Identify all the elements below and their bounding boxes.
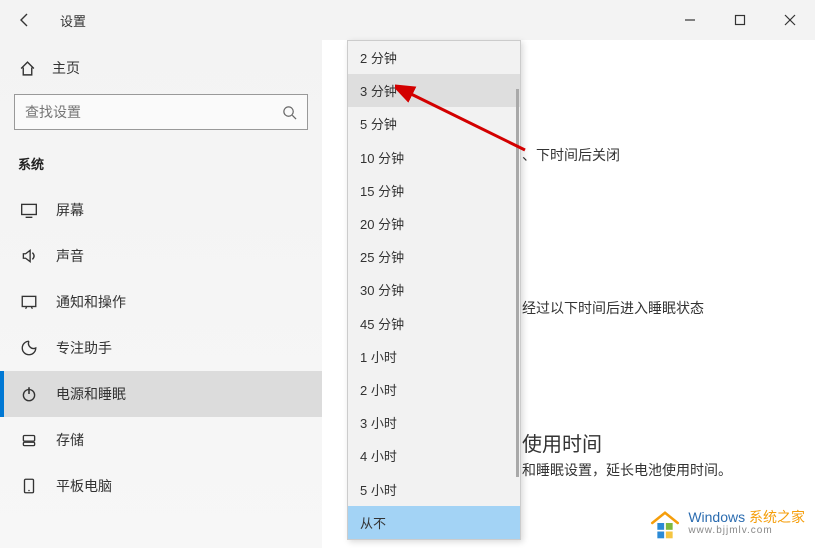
content-heading: 使用时间 bbox=[522, 428, 602, 457]
search-input[interactable] bbox=[15, 104, 271, 120]
display-icon bbox=[18, 201, 40, 219]
content-text-2: 经过以下时间后进入睡眠状态 bbox=[522, 298, 704, 318]
focus-assist-icon bbox=[18, 339, 40, 357]
nav-item-label: 声音 bbox=[56, 246, 84, 266]
dropdown-option-11[interactable]: 3 小时 bbox=[348, 406, 520, 439]
nav-item-label: 专注助手 bbox=[56, 338, 112, 358]
dropdown-option-4[interactable]: 15 分钟 bbox=[348, 174, 520, 207]
notifications-icon bbox=[18, 293, 40, 311]
dropdown-option-7[interactable]: 30 分钟 bbox=[348, 273, 520, 306]
dropdown-option-1[interactable]: 3 分钟 bbox=[348, 74, 520, 107]
sound-icon bbox=[18, 247, 40, 265]
nav-item-3[interactable]: 专注助手 bbox=[0, 325, 322, 371]
dropdown-option-12[interactable]: 4 小时 bbox=[348, 439, 520, 472]
watermark: Windows 系统之家 www.bjjmlv.com bbox=[648, 506, 805, 540]
home-icon bbox=[18, 60, 36, 77]
back-button[interactable] bbox=[0, 0, 50, 40]
home-label: 主页 bbox=[52, 58, 80, 78]
nav-item-4[interactable]: 电源和睡眠 bbox=[0, 371, 322, 417]
dropdown-scrollbar[interactable] bbox=[516, 89, 519, 477]
home-link[interactable]: 主页 bbox=[0, 50, 322, 86]
nav-item-1[interactable]: 声音 bbox=[0, 233, 322, 279]
nav-item-label: 平板电脑 bbox=[56, 476, 112, 496]
maximize-button[interactable] bbox=[715, 0, 765, 40]
dropdown-option-14[interactable]: 从不 bbox=[348, 506, 520, 539]
duration-dropdown[interactable]: 2 分钟3 分钟5 分钟10 分钟15 分钟20 分钟25 分钟30 分钟45 … bbox=[347, 40, 521, 540]
dropdown-option-10[interactable]: 2 小时 bbox=[348, 373, 520, 406]
section-label: 系统 bbox=[0, 148, 322, 187]
content-text-1: 、下时间后关闭 bbox=[522, 145, 620, 165]
dropdown-option-3[interactable]: 10 分钟 bbox=[348, 141, 520, 174]
window-controls bbox=[665, 0, 815, 40]
dropdown-option-13[interactable]: 5 小时 bbox=[348, 472, 520, 505]
watermark-brand: Windows 系统之家 bbox=[688, 510, 805, 525]
close-icon bbox=[784, 14, 796, 26]
watermark-logo-icon bbox=[648, 506, 682, 540]
nav-item-2[interactable]: 通知和操作 bbox=[0, 279, 322, 325]
storage-icon bbox=[18, 431, 40, 449]
watermark-url: www.bjjmlv.com bbox=[688, 525, 805, 536]
content-text-3: 和睡眠设置，延长电池使用时间。 bbox=[522, 460, 732, 480]
maximize-icon bbox=[734, 14, 746, 26]
dropdown-option-2[interactable]: 5 分钟 bbox=[348, 107, 520, 140]
nav-item-0[interactable]: 屏幕 bbox=[0, 187, 322, 233]
back-arrow-icon bbox=[17, 12, 33, 28]
tablet-icon bbox=[18, 477, 40, 495]
close-button[interactable] bbox=[765, 0, 815, 40]
minimize-icon bbox=[684, 14, 696, 26]
dropdown-option-5[interactable]: 20 分钟 bbox=[348, 207, 520, 240]
nav-item-label: 通知和操作 bbox=[56, 292, 126, 312]
nav-item-label: 屏幕 bbox=[56, 200, 84, 220]
nav-item-5[interactable]: 存储 bbox=[0, 417, 322, 463]
dropdown-option-0[interactable]: 2 分钟 bbox=[348, 41, 520, 74]
dropdown-option-9[interactable]: 1 小时 bbox=[348, 340, 520, 373]
search-box[interactable] bbox=[14, 94, 308, 130]
minimize-button[interactable] bbox=[665, 0, 715, 40]
nav-item-label: 存储 bbox=[56, 430, 84, 450]
power-sleep-icon bbox=[18, 385, 40, 403]
nav-item-label: 电源和睡眠 bbox=[56, 384, 126, 404]
window-title: 设置 bbox=[60, 11, 86, 30]
sidebar: 主页 系统 屏幕声音通知和操作专注助手电源和睡眠存储平板电脑 bbox=[0, 40, 322, 548]
dropdown-option-6[interactable]: 25 分钟 bbox=[348, 240, 520, 273]
search-icon bbox=[271, 105, 307, 120]
nav-item-6[interactable]: 平板电脑 bbox=[0, 463, 322, 509]
dropdown-option-8[interactable]: 45 分钟 bbox=[348, 307, 520, 340]
